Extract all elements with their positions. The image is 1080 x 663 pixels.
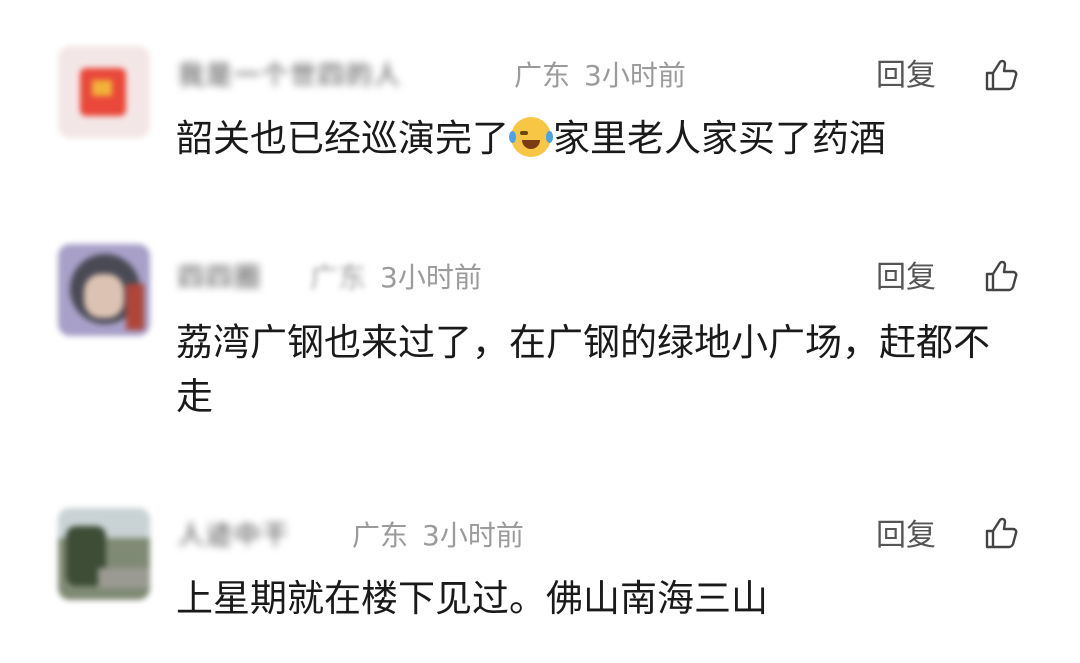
- avatar[interactable]: [58, 508, 150, 600]
- comment-text: 荔湾广钢也来过了，在广钢的绿地小广场，赶都不走: [176, 321, 990, 418]
- username[interactable]: 我是一个世四的人: [178, 58, 402, 94]
- comment-text: 上星期就在楼下见过。佛山南海三山: [176, 577, 768, 620]
- comment-text-part: 韶关也已经巡演完了: [176, 117, 509, 160]
- avatar[interactable]: [58, 244, 150, 336]
- reply-button[interactable]: 回复: [876, 260, 936, 296]
- comment-meta: 广东 3小时前: [514, 58, 686, 94]
- location: 广东: [514, 59, 571, 92]
- comment-meta: 广东 3小时前: [310, 260, 482, 296]
- laughing-crying-emoji-icon: [509, 117, 553, 157]
- location: 广东: [310, 261, 367, 294]
- comment-text: 韶关也已经巡演完了 家里老人家买了药酒: [176, 112, 1024, 166]
- comment-text-part: 家里老人家买了药酒: [553, 117, 886, 160]
- reply-button[interactable]: 回复: [876, 518, 936, 554]
- username[interactable]: 四四圈: [178, 260, 262, 296]
- timestamp: 3小时前: [584, 59, 686, 92]
- thumbs-up-icon[interactable]: [984, 516, 1018, 550]
- thumbs-up-icon[interactable]: [984, 58, 1018, 92]
- username[interactable]: 人迹中干: [178, 518, 290, 554]
- location: 广东: [352, 519, 409, 552]
- comment-meta: 广东 3小时前: [352, 518, 524, 554]
- thumbs-up-icon[interactable]: [984, 259, 1018, 293]
- avatar[interactable]: [58, 46, 150, 138]
- reply-button[interactable]: 回复: [876, 58, 936, 94]
- timestamp: 3小时前: [380, 261, 482, 294]
- timestamp: 3小时前: [422, 519, 524, 552]
